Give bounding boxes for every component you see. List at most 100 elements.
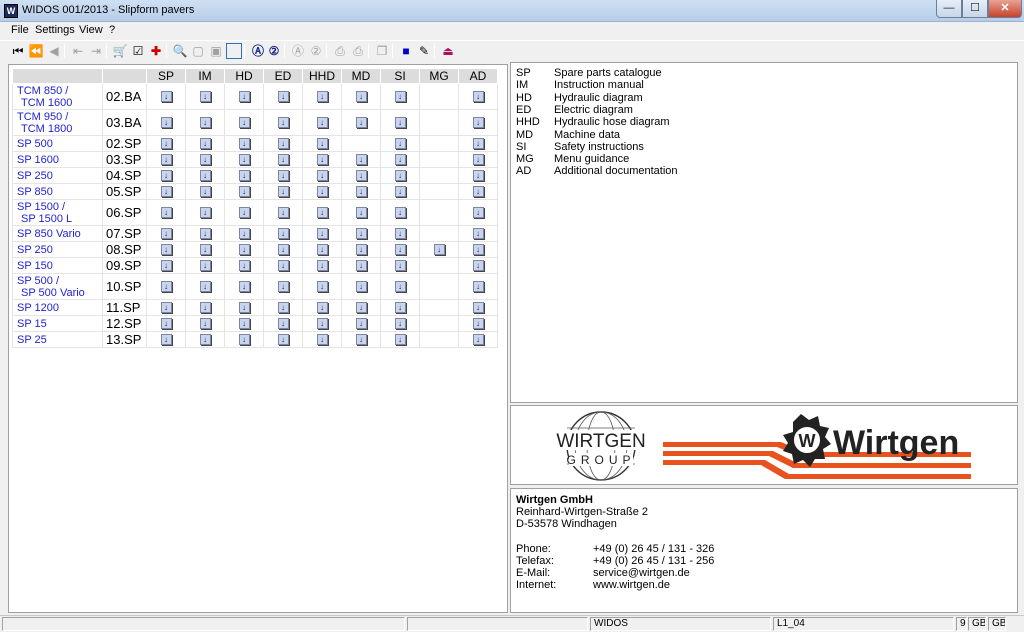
download-icon[interactable]: ↓	[472, 117, 484, 129]
fit-page-icon[interactable]: ▢	[190, 43, 206, 59]
download-icon[interactable]: ↓	[199, 228, 211, 240]
download-icon[interactable]: ↓	[277, 186, 289, 198]
zoom-icon[interactable]: 🔍	[172, 43, 188, 59]
download-icon[interactable]: ↓	[472, 334, 484, 346]
web-link[interactable]: www.wirtgen.de	[593, 579, 670, 591]
download-icon[interactable]: ↓	[316, 318, 328, 330]
download-icon[interactable]: ↓	[199, 318, 211, 330]
download-icon[interactable]: ↓	[394, 117, 406, 129]
download-icon[interactable]: ↓	[238, 318, 250, 330]
download-icon[interactable]: ↓	[160, 318, 172, 330]
download-icon[interactable]: ↓	[355, 170, 367, 182]
download-icon[interactable]: ↓	[277, 318, 289, 330]
download-icon[interactable]: ↓	[355, 318, 367, 330]
download-icon[interactable]: ↓	[394, 244, 406, 256]
exit-icon[interactable]: ⏏	[440, 43, 456, 59]
download-icon[interactable]: ↓	[277, 91, 289, 103]
download-icon[interactable]: ↓	[394, 186, 406, 198]
download-icon[interactable]: ↓	[472, 228, 484, 240]
download-icon[interactable]: ↓	[355, 302, 367, 314]
model-link[interactable]: TCM 950 /TCM 1800	[12, 109, 103, 136]
download-icon[interactable]: ↓	[238, 260, 250, 272]
download-icon[interactable]: ↓	[277, 138, 289, 150]
download-icon[interactable]: ↓	[394, 334, 406, 346]
download-icon[interactable]: ↓	[355, 91, 367, 103]
download-icon[interactable]: ↓	[316, 91, 328, 103]
download-icon[interactable]: ↓	[472, 154, 484, 166]
download-icon[interactable]: ↓	[160, 186, 172, 198]
download-icon[interactable]: ↓	[316, 244, 328, 256]
print-icon[interactable]: ⎙	[332, 43, 348, 59]
fit-width-icon[interactable]: ▣	[208, 43, 224, 59]
previous-page-icon[interactable]: ⏪	[28, 43, 44, 59]
checklist-icon[interactable]: ☑	[130, 43, 146, 59]
download-icon[interactable]: ↓	[355, 186, 367, 198]
search-next-2-icon[interactable]: ②	[308, 43, 324, 59]
download-icon[interactable]: ↓	[355, 334, 367, 346]
download-icon[interactable]: ↓	[472, 91, 484, 103]
download-icon[interactable]: ↓	[160, 281, 172, 293]
model-link[interactable]: SP 1600	[12, 151, 103, 168]
back-icon[interactable]: ◀	[46, 43, 62, 59]
download-icon[interactable]: ↓	[160, 228, 172, 240]
download-icon[interactable]: ↓	[277, 302, 289, 314]
menu-view[interactable]: View	[79, 24, 103, 36]
grid-icon[interactable]: ■	[398, 43, 414, 59]
download-icon[interactable]: ↓	[238, 138, 250, 150]
download-icon[interactable]: ↓	[160, 334, 172, 346]
download-icon[interactable]: ↓	[316, 186, 328, 198]
add-icon[interactable]: ✚	[148, 43, 164, 59]
download-icon[interactable]: ↓	[277, 207, 289, 219]
download-icon[interactable]: ↓	[394, 91, 406, 103]
download-icon[interactable]: ↓	[277, 260, 289, 272]
download-icon[interactable]: ↓	[199, 302, 211, 314]
download-icon[interactable]: ↓	[199, 244, 211, 256]
model-link[interactable]: SP 850	[12, 183, 103, 200]
menu-file[interactable]: File	[11, 24, 29, 36]
download-icon[interactable]: ↓	[316, 170, 328, 182]
model-link[interactable]: SP 15	[12, 315, 103, 332]
download-icon[interactable]: ↓	[394, 318, 406, 330]
model-link[interactable]: SP 250	[12, 167, 103, 184]
download-icon[interactable]: ↓	[355, 207, 367, 219]
download-icon[interactable]: ↓	[199, 281, 211, 293]
download-icon[interactable]: ↓	[238, 154, 250, 166]
download-icon[interactable]: ↓	[238, 302, 250, 314]
download-icon[interactable]: ↓	[238, 281, 250, 293]
download-icon[interactable]: ↓	[238, 228, 250, 240]
print-preview-icon[interactable]: ⎙	[350, 43, 366, 59]
download-icon[interactable]: ↓	[472, 260, 484, 272]
model-link[interactable]: SP 1500 /SP 1500 L	[12, 199, 103, 226]
download-icon[interactable]: ↓	[316, 154, 328, 166]
download-icon[interactable]: ↓	[160, 207, 172, 219]
first-page-icon[interactable]: ⏮	[10, 43, 26, 59]
full-view-icon[interactable]	[226, 43, 242, 59]
maximize-button[interactable]: ☐	[962, 0, 988, 18]
download-icon[interactable]: ↓	[394, 302, 406, 314]
download-icon[interactable]: ↓	[238, 91, 250, 103]
download-icon[interactable]: ↓	[199, 154, 211, 166]
download-icon[interactable]: ↓	[160, 138, 172, 150]
cart-icon[interactable]: 🛒	[112, 43, 128, 59]
email-link[interactable]: service@wirtgen.de	[593, 567, 690, 579]
download-icon[interactable]: ↓	[316, 260, 328, 272]
minimize-button[interactable]: —	[936, 0, 962, 18]
download-icon[interactable]: ↓	[394, 281, 406, 293]
download-icon[interactable]: ↓	[394, 138, 406, 150]
download-icon[interactable]: ↓	[472, 302, 484, 314]
download-icon[interactable]: ↓	[199, 117, 211, 129]
download-icon[interactable]: ↓	[472, 138, 484, 150]
download-icon[interactable]: ↓	[472, 244, 484, 256]
download-icon[interactable]: ↓	[472, 281, 484, 293]
download-icon[interactable]: ↓	[316, 117, 328, 129]
download-icon[interactable]: ↓	[238, 207, 250, 219]
app-icon[interactable]: W	[4, 4, 18, 18]
download-icon[interactable]: ↓	[355, 228, 367, 240]
download-icon[interactable]: ↓	[199, 170, 211, 182]
model-link[interactable]: SP 500	[12, 135, 103, 152]
download-icon[interactable]: ↓	[316, 281, 328, 293]
download-icon[interactable]: ↓	[277, 228, 289, 240]
download-icon[interactable]: ↓	[199, 207, 211, 219]
download-icon[interactable]: ↓	[355, 117, 367, 129]
download-icon[interactable]: ↓	[277, 170, 289, 182]
